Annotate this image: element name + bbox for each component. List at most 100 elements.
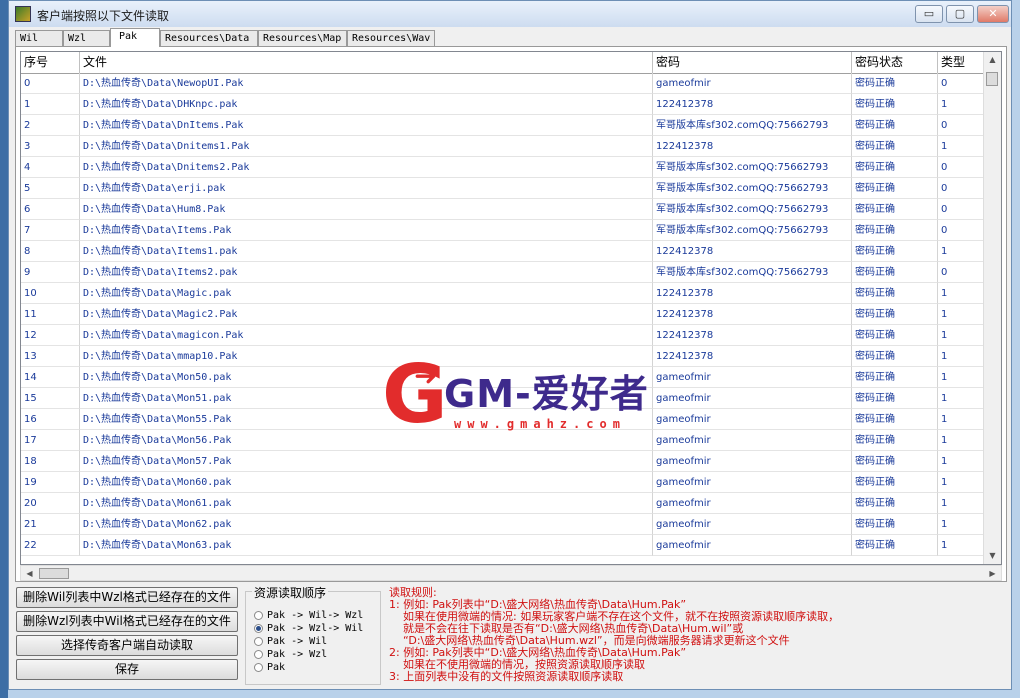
radio-label: Pak -> Wil xyxy=(267,636,328,647)
tab-resources-data[interactable]: Resources\Data xyxy=(160,30,258,46)
cell-file: D:\热血传奇\Data\Mon57.Pak xyxy=(80,451,653,472)
cell-password-status: 密码正确 xyxy=(852,367,938,388)
scroll-right-icon[interactable]: ▶ xyxy=(984,566,1001,582)
auto-read-client-button[interactable]: 选择传奇客户端自动读取 xyxy=(16,635,238,656)
cell-password-status: 密码正确 xyxy=(852,535,938,556)
vertical-scrollbar[interactable]: ▲ ▼ xyxy=(983,52,1001,564)
table-row[interactable]: 0 D:\热血传奇\Data\NewopUI.Pak gameofmir 密码正确 0 xyxy=(21,73,991,94)
table-header: 序号 文件 密码 密码状态 类型 xyxy=(21,52,991,74)
tab-wzl[interactable]: Wzl xyxy=(63,30,110,46)
cell-password-status: 密码正确 xyxy=(852,304,938,325)
cell-index: 18 xyxy=(21,451,80,472)
file-table[interactable]: 序号 文件 密码 密码状态 类型 0 D:\热血传奇\Data\NewopUI.P… xyxy=(20,51,1002,565)
cell-file: D:\热血传奇\Data\Items2.pak xyxy=(80,262,653,283)
desktop-strip xyxy=(0,0,8,698)
tab-pak[interactable]: Pak xyxy=(110,28,160,47)
read-rules: 读取规则: 1: 例如: Pak列表中“D:\盛大网络\热血传奇\Data\Hu… xyxy=(389,587,929,683)
cell-file: D:\热血传奇\Data\NewopUI.Pak xyxy=(80,73,653,94)
cell-file: D:\热血传奇\Data\Mon62.pak xyxy=(80,514,653,535)
header-file[interactable]: 文件 xyxy=(80,52,653,73)
rules-line: 3: 上面列表中没有的文件按照资源读取顺序读取 xyxy=(389,670,624,683)
radio-pak-wil-wzl[interactable]: Pak -> Wil-> Wzl xyxy=(254,610,363,622)
radio-icon xyxy=(254,649,263,659)
table-row[interactable]: 11 D:\热血传奇\Data\Magic2.Pak 122412378 密码正确 1 xyxy=(21,304,991,325)
table-row[interactable]: 18 D:\热血传奇\Data\Mon57.Pak gameofmir 密码正确 1 xyxy=(21,451,991,472)
cell-password-status: 密码正确 xyxy=(852,325,938,346)
maximize-button[interactable]: ▢ xyxy=(946,5,974,23)
header-password-status[interactable]: 密码状态 xyxy=(852,52,938,73)
table-row[interactable]: 1 D:\热血传奇\Data\DHKnpc.pak 122412378 密码正确 1 xyxy=(21,94,991,115)
save-button[interactable]: 保存 xyxy=(16,659,238,680)
table-row[interactable]: 21 D:\热血传奇\Data\Mon62.pak gameofmir 密码正确 1 xyxy=(21,514,991,535)
cell-password-status: 密码正确 xyxy=(852,388,938,409)
title-bar[interactable]: 客户端按照以下文件读取 ▭ ▢ ✕ xyxy=(9,1,1011,27)
minimize-button[interactable]: ▭ xyxy=(915,5,943,23)
radio-pak-only[interactable]: Pak xyxy=(254,662,285,674)
cell-password-status: 密码正确 xyxy=(852,346,938,367)
scroll-left-icon[interactable]: ◀ xyxy=(21,566,38,582)
cell-password-status: 密码正确 xyxy=(852,73,938,94)
table-row[interactable]: 4 D:\热血传奇\Data\Dnitems2.Pak 军哥版本库sf302.com… xyxy=(21,157,991,178)
resource-order-group: 资源读取顺序 Pak -> Wil-> Wzl Pak -> Wzl-> Wil… xyxy=(245,584,381,685)
horizontal-scroll-thumb[interactable] xyxy=(39,568,69,579)
tab-resources-wav[interactable]: Resources\Wav xyxy=(347,30,435,46)
table-row[interactable]: 19 D:\热血传奇\Data\Mon60.pak gameofmir 密码正确 1 xyxy=(21,472,991,493)
cell-password: 122412378 xyxy=(653,136,852,157)
radio-pak-wzl-wil[interactable]: Pak -> Wzl-> Wil xyxy=(254,623,363,635)
cell-password: gameofmir xyxy=(653,388,852,409)
delete-wzl-duplicates-button[interactable]: 删除Wzl列表中Wil格式已经存在的文件 xyxy=(16,611,238,632)
vertical-scroll-thumb[interactable] xyxy=(986,72,998,86)
table-row[interactable]: 2 D:\热血传奇\Data\DnItems.Pak 军哥版本库sf302.comQ… xyxy=(21,115,991,136)
table-row[interactable]: 20 D:\热血传奇\Data\Mon61.pak gameofmir 密码正确 1 xyxy=(21,493,991,514)
delete-wil-duplicates-button[interactable]: 删除Wil列表中Wzl格式已经存在的文件 xyxy=(16,587,238,608)
table-row[interactable]: 8 D:\热血传奇\Data\Items1.pak 122412378 密码正确 1 xyxy=(21,241,991,262)
cell-password-status: 密码正确 xyxy=(852,283,938,304)
cell-file: D:\热血传奇\Data\magicon.Pak xyxy=(80,325,653,346)
app-icon xyxy=(15,6,31,22)
tab-resources-map[interactable]: Resources\Map xyxy=(258,30,347,46)
cell-password: gameofmir xyxy=(653,73,852,94)
cell-file: D:\热血传奇\Data\DHKnpc.pak xyxy=(80,94,653,115)
cell-file: D:\热血传奇\Data\Items1.pak xyxy=(80,241,653,262)
header-password[interactable]: 密码 xyxy=(653,52,852,73)
table-row[interactable]: 12 D:\热血传奇\Data\magicon.Pak 122412378 密码正确 1 xyxy=(21,325,991,346)
cell-index: 2 xyxy=(21,115,80,136)
table-row[interactable]: 22 D:\热血传奇\Data\Mon63.pak gameofmir 密码正确 1 xyxy=(21,535,991,556)
cell-password: 122412378 xyxy=(653,304,852,325)
cell-password: 122412378 xyxy=(653,94,852,115)
cell-file: D:\热血传奇\Data\Magic2.Pak xyxy=(80,304,653,325)
table-row[interactable]: 3 D:\热血传奇\Data\Dnitems1.Pak 122412378 密码正确 1 xyxy=(21,136,991,157)
radio-pak-wzl[interactable]: Pak -> Wzl xyxy=(254,649,327,661)
radio-pak-wil[interactable]: Pak -> Wil xyxy=(254,636,327,648)
scroll-up-icon[interactable]: ▲ xyxy=(984,52,1001,68)
cell-file: D:\热血传奇\Data\Mon63.pak xyxy=(80,535,653,556)
cell-file: D:\热血传奇\Data\Dnitems2.Pak xyxy=(80,157,653,178)
cell-file: D:\热血传奇\Data\Hum8.Pak xyxy=(80,199,653,220)
table-row[interactable]: 6 D:\热血传奇\Data\Hum8.Pak 军哥版本库sf302.comQQ:7… xyxy=(21,199,991,220)
table-row[interactable]: 9 D:\热血传奇\Data\Items2.pak 军哥版本库sf302.comQQ… xyxy=(21,262,991,283)
horizontal-scrollbar[interactable]: ◀ ▶ xyxy=(20,565,1002,581)
cell-file: D:\热血传奇\Data\Mon61.pak xyxy=(80,493,653,514)
header-index[interactable]: 序号 xyxy=(21,52,80,73)
cell-password: 122412378 xyxy=(653,283,852,304)
cell-password: gameofmir xyxy=(653,451,852,472)
tab-wil[interactable]: Wil xyxy=(15,30,63,46)
table-row[interactable]: 7 D:\热血传奇\Data\Items.Pak 军哥版本库sf302.comQQ:… xyxy=(21,220,991,241)
cell-password: 军哥版本库sf302.comQQ:75662793 xyxy=(653,262,852,283)
watermark-arrow-icon: ➜ xyxy=(414,359,438,392)
scroll-down-icon[interactable]: ▼ xyxy=(984,548,1001,564)
close-button[interactable]: ✕ xyxy=(977,5,1009,23)
cell-password: gameofmir xyxy=(653,514,852,535)
cell-password-status: 密码正确 xyxy=(852,241,938,262)
cell-index: 7 xyxy=(21,220,80,241)
cell-index: 10 xyxy=(21,283,80,304)
radio-label: Pak -> Wzl xyxy=(267,649,328,660)
cell-password-status: 密码正确 xyxy=(852,157,938,178)
cell-index: 9 xyxy=(21,262,80,283)
cell-file: D:\热血传奇\Data\Mon60.pak xyxy=(80,472,653,493)
table-row[interactable]: 10 D:\热血传奇\Data\Magic.pak 122412378 密码正确 1 xyxy=(21,283,991,304)
cell-password-status: 密码正确 xyxy=(852,472,938,493)
cell-index: 5 xyxy=(21,178,80,199)
table-row[interactable]: 5 D:\热血传奇\Data\erji.pak 军哥版本库sf302.comQQ:7… xyxy=(21,178,991,199)
cell-index: 0 xyxy=(21,73,80,94)
